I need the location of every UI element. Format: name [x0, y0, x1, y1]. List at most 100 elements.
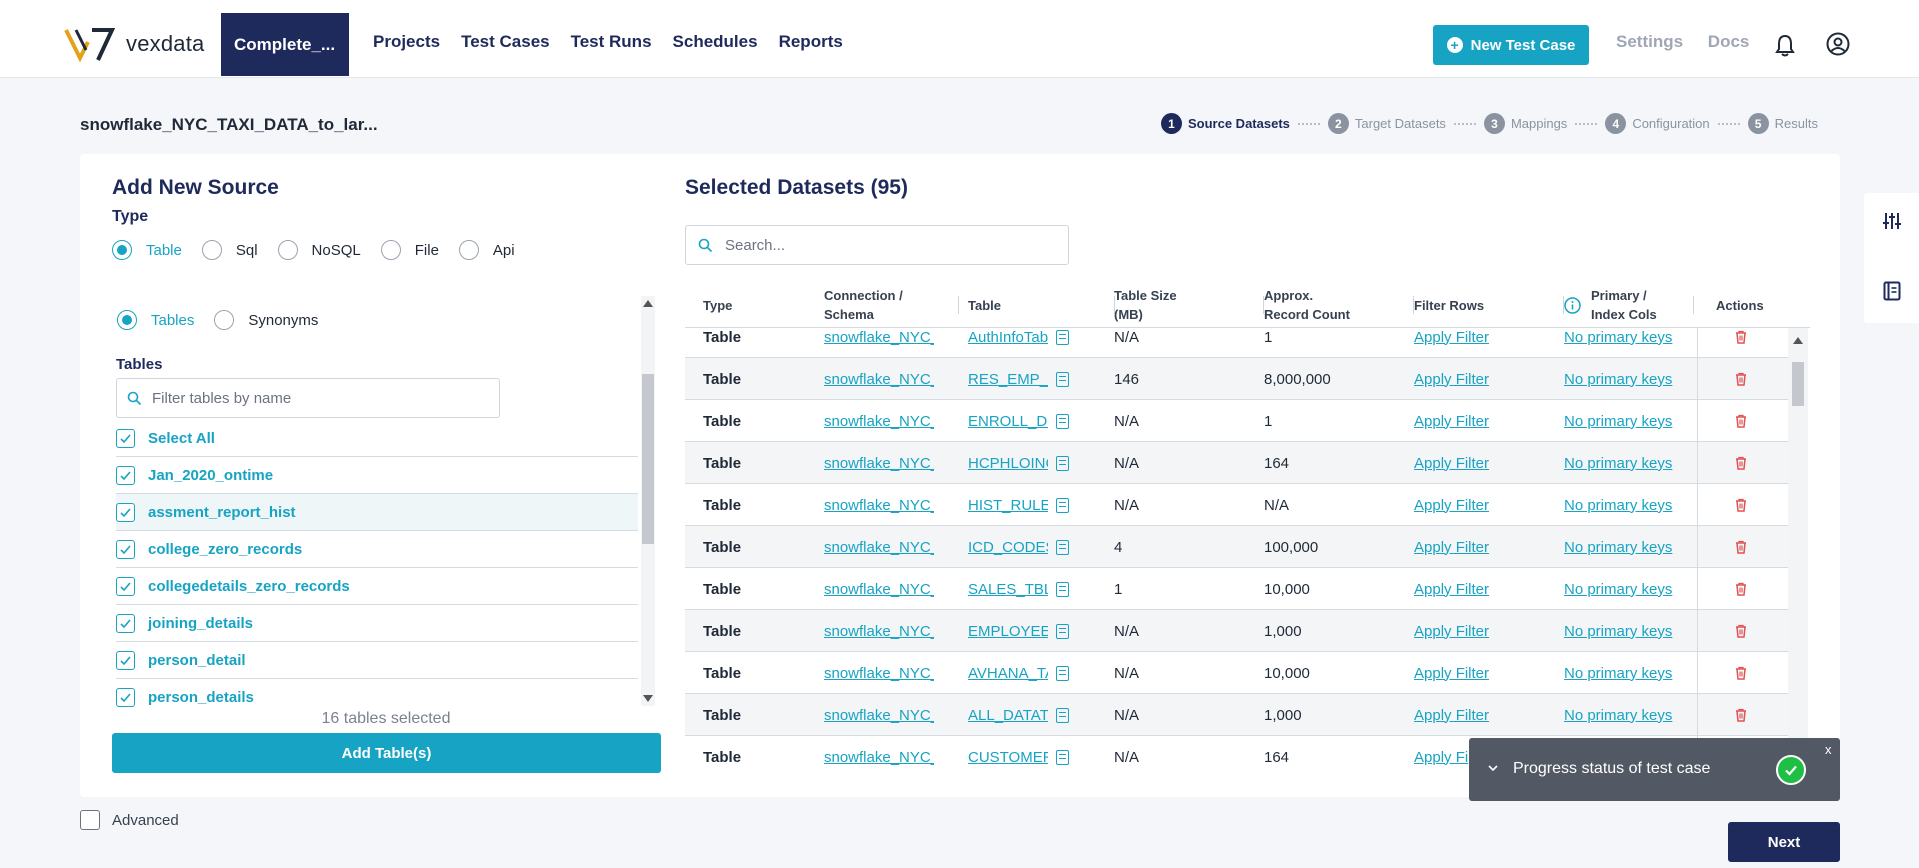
- scroll-thumb[interactable]: [642, 374, 654, 544]
- primary-keys-link[interactable]: No primary keys: [1564, 526, 1694, 568]
- toast-close-icon[interactable]: x: [1825, 742, 1832, 757]
- select-all-checkbox[interactable]: Select All: [116, 420, 638, 457]
- delete-icon[interactable]: [1733, 526, 1753, 568]
- table-name-link[interactable]: EMPLOYEED: [968, 623, 1048, 640]
- kind-radio-tables[interactable]: Tables: [117, 310, 194, 330]
- primary-keys-link[interactable]: No primary keys: [1564, 694, 1694, 736]
- step-configuration[interactable]: 4 Configuration: [1605, 113, 1710, 134]
- table-checkbox-item[interactable]: joining_details: [116, 605, 638, 642]
- nav-projects[interactable]: Projects: [373, 32, 440, 52]
- primary-keys-link[interactable]: No primary keys: [1564, 568, 1694, 610]
- apply-filter-link[interactable]: Apply Filter: [1414, 484, 1554, 526]
- cell-connection-link[interactable]: snowflake_NYC_: [824, 526, 934, 568]
- type-radio-nosql[interactable]: NoSQL: [277, 240, 361, 260]
- new-test-case-button[interactable]: + New Test Case: [1433, 25, 1589, 65]
- col-header-size[interactable]: Table Size (MB): [1114, 282, 1264, 328]
- primary-keys-link[interactable]: No primary keys: [1564, 610, 1694, 652]
- apply-filter-link[interactable]: Apply Filter: [1414, 652, 1554, 694]
- col-header-primary-keys[interactable]: Primary / Index Cols: [1564, 282, 1694, 328]
- col-header-filter-rows[interactable]: Filter Rows: [1414, 282, 1564, 328]
- table-details-icon[interactable]: [1056, 497, 1069, 513]
- primary-keys-link[interactable]: No primary keys: [1564, 358, 1694, 400]
- delete-icon[interactable]: [1733, 400, 1753, 442]
- delete-icon[interactable]: [1733, 442, 1753, 484]
- table-name-link[interactable]: ALL_DATATY: [968, 707, 1048, 724]
- cell-connection-link[interactable]: snowflake_NYC_: [824, 328, 934, 358]
- delete-icon[interactable]: [1733, 694, 1753, 736]
- type-radio-sql[interactable]: Sql: [201, 240, 258, 260]
- cell-connection-link[interactable]: snowflake_NYC_: [824, 694, 934, 736]
- table-name-link[interactable]: ICD_CODES: [968, 539, 1048, 556]
- datasets-scrollbar[interactable]: [1788, 328, 1808, 776]
- step-target-datasets[interactable]: 2 Target Datasets: [1327, 113, 1446, 134]
- primary-keys-link[interactable]: No primary keys: [1564, 484, 1694, 526]
- col-header-table[interactable]: Table: [968, 282, 1115, 328]
- col-header-connection[interactable]: Connection / Schema: [824, 282, 959, 328]
- table-checkbox-item[interactable]: college_zero_records: [116, 531, 638, 568]
- apply-filter-link[interactable]: Apply Filter: [1414, 442, 1554, 484]
- nav-reports[interactable]: Reports: [779, 32, 843, 52]
- delete-icon[interactable]: [1733, 652, 1753, 694]
- cell-connection-link[interactable]: snowflake_NYC_: [824, 484, 934, 526]
- cell-connection-link[interactable]: snowflake_NYC_: [824, 568, 934, 610]
- step-mappings[interactable]: 3 Mappings: [1483, 113, 1567, 134]
- table-checkbox-item[interactable]: Jan_2020_ontime: [116, 457, 638, 494]
- apply-filter-link[interactable]: Apply Filter: [1414, 526, 1554, 568]
- apply-filter-link[interactable]: Apply Filter: [1414, 328, 1554, 358]
- table-details-icon[interactable]: [1056, 329, 1069, 345]
- apply-filter-link[interactable]: Apply Filter: [1414, 358, 1554, 400]
- table-details-icon[interactable]: [1056, 623, 1069, 639]
- table-name-link[interactable]: ENROLL_DE: [968, 413, 1048, 430]
- table-details-icon[interactable]: [1056, 539, 1069, 555]
- project-selector[interactable]: Complete_...: [221, 13, 349, 76]
- info-icon[interactable]: [1564, 296, 1581, 314]
- table-details-icon[interactable]: [1056, 749, 1069, 765]
- table-name-link[interactable]: AuthInfoTab: [968, 329, 1048, 346]
- table-checkbox-item[interactable]: person_detail: [116, 642, 638, 679]
- scroll-thumb[interactable]: [1792, 362, 1804, 406]
- type-radio-file[interactable]: File: [380, 240, 439, 260]
- scroll-up-icon[interactable]: [643, 300, 653, 307]
- tables-scrollbar[interactable]: [641, 296, 655, 706]
- cell-connection-link[interactable]: snowflake_NYC_: [824, 736, 934, 776]
- type-radio-table[interactable]: Table: [112, 240, 182, 260]
- user-avatar-icon[interactable]: [1826, 32, 1850, 56]
- step-source-datasets[interactable]: 1 Source Datasets: [1161, 113, 1290, 134]
- chevron-down-icon[interactable]: [1487, 762, 1499, 774]
- delete-icon[interactable]: [1733, 610, 1753, 652]
- next-button[interactable]: Next: [1728, 822, 1840, 862]
- type-radio-api[interactable]: Api: [458, 240, 515, 260]
- nav-docs[interactable]: Docs: [1708, 32, 1750, 51]
- delete-icon[interactable]: [1733, 358, 1753, 400]
- col-header-type[interactable]: Type: [703, 282, 813, 328]
- cell-connection-link[interactable]: snowflake_NYC_: [824, 652, 934, 694]
- table-details-icon[interactable]: [1056, 371, 1069, 387]
- kind-radio-synonyms[interactable]: Synonyms: [214, 310, 318, 330]
- nav-test-cases[interactable]: Test Cases: [461, 32, 550, 52]
- bell-icon[interactable]: [1774, 33, 1796, 57]
- table-checkbox-item[interactable]: collegedetails_zero_records: [116, 568, 638, 605]
- notebook-icon[interactable]: [1883, 281, 1901, 301]
- primary-keys-link[interactable]: No primary keys: [1564, 652, 1694, 694]
- table-name-link[interactable]: SALES_TBL: [968, 581, 1048, 598]
- delete-icon[interactable]: [1733, 568, 1753, 610]
- add-tables-button[interactable]: Add Table(s): [112, 733, 661, 773]
- table-name-link[interactable]: HCPHLOINC: [968, 455, 1048, 472]
- table-details-icon[interactable]: [1056, 413, 1069, 429]
- scroll-up-icon[interactable]: [1793, 337, 1803, 344]
- table-details-icon[interactable]: [1056, 581, 1069, 597]
- col-header-record-count[interactable]: Approx. Record Count: [1264, 282, 1414, 328]
- table-name-link[interactable]: CUSTOMERS: [968, 749, 1048, 766]
- cell-connection-link[interactable]: snowflake_NYC_: [824, 358, 934, 400]
- filter-tables-input[interactable]: Filter tables by name: [116, 378, 500, 418]
- table-details-icon[interactable]: [1056, 455, 1069, 471]
- table-name-link[interactable]: AVHANA_TA: [968, 665, 1048, 682]
- table-checkbox-item[interactable]: assment_report_hist: [116, 494, 638, 531]
- nav-settings[interactable]: Settings: [1616, 32, 1683, 51]
- table-name-link[interactable]: RES_EMP_2: [968, 371, 1048, 388]
- table-details-icon[interactable]: [1056, 707, 1069, 723]
- table-details-icon[interactable]: [1056, 665, 1069, 681]
- primary-keys-link[interactable]: No primary keys: [1564, 400, 1694, 442]
- sliders-icon[interactable]: [1882, 211, 1902, 231]
- primary-keys-link[interactable]: No primary keys: [1564, 442, 1694, 484]
